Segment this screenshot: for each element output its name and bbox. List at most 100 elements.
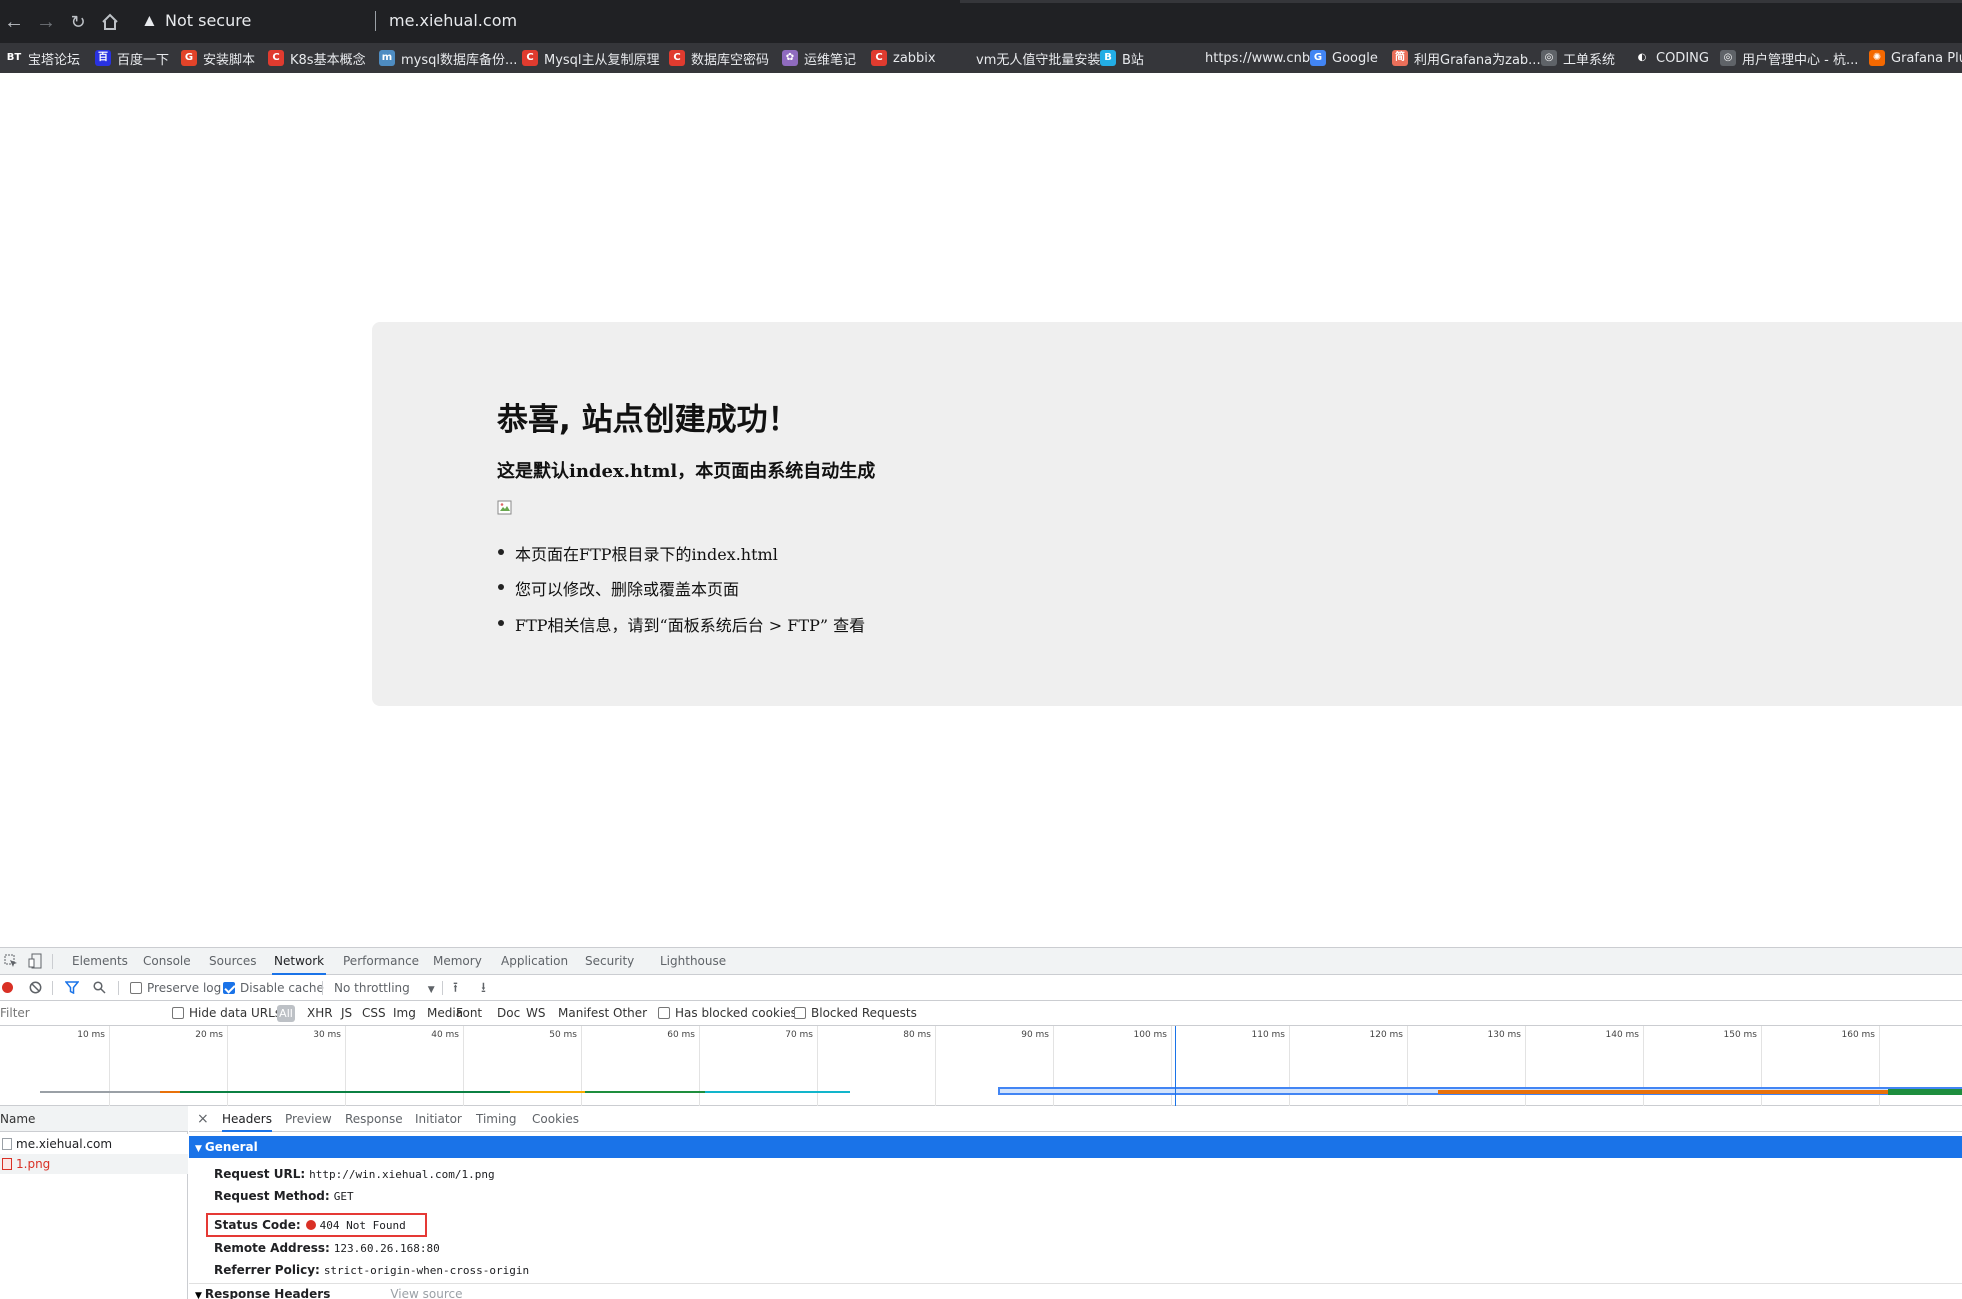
timeline-waiting-bar — [1888, 1089, 1962, 1095]
security-label[interactable]: Not secure — [165, 11, 251, 30]
bookmark-item[interactable]: BT 宝塔论坛 — [6, 43, 80, 73]
timeline-gridline — [817, 1026, 818, 1106]
tab-headers[interactable]: Headers — [222, 1106, 272, 1132]
tab-memory[interactable]: Memory — [431, 948, 484, 975]
tab-sources[interactable]: Sources — [207, 948, 258, 975]
list-item: 本页面在FTP根目录下的index.html — [498, 541, 778, 565]
back-arrow-icon[interactable]: ← — [0, 8, 28, 36]
header-key: Request Method: — [214, 1189, 330, 1203]
timeline-tick-label: 160 ms — [1841, 1030, 1876, 1040]
filter-type-manifest[interactable]: Manifest — [558, 1001, 609, 1026]
preserve-log-checkbox[interactable]: Preserve log — [130, 975, 221, 1001]
filter-type-css[interactable]: CSS — [362, 1001, 386, 1026]
view-source-link[interactable]: View source — [390, 1287, 462, 1299]
tab-network[interactable]: Network — [272, 948, 327, 975]
bookmark-item[interactable]: Czabbix — [871, 43, 936, 73]
timeline-bar — [180, 1091, 510, 1093]
filter-input[interactable] — [0, 1003, 160, 1023]
bookmark-label: vm无人值守批量安装 — [976, 52, 1101, 68]
has-blocked-cookies-checkbox[interactable]: Has blocked cookies — [658, 1001, 797, 1026]
name-column-header[interactable]: Name — [0, 1106, 188, 1132]
bookmark-item[interactable]: ◎ 用户管理中心 - 杭... — [1720, 43, 1858, 73]
tab-preview[interactable]: Preview — [285, 1106, 332, 1132]
tab-initiator[interactable]: Initiator — [415, 1106, 462, 1132]
tab-response[interactable]: Response — [345, 1106, 403, 1132]
bookmark-item[interactable]: ◐ CODING — [1634, 43, 1709, 73]
bookmark-item[interactable]: G 安装脚本 — [181, 43, 255, 73]
bookmark-favicon-icon — [954, 50, 970, 66]
bookmark-favicon-icon: G — [1310, 50, 1326, 66]
request-row[interactable]: me.xiehual.com — [0, 1134, 188, 1154]
list-item-text: 本页面在FTP根目录下的index.html — [515, 545, 778, 564]
filter-type-js[interactable]: JS — [341, 1001, 352, 1026]
throttling-value: No throttling — [334, 981, 410, 995]
clear-icon[interactable] — [29, 975, 42, 1001]
bookmark-favicon-icon: ◎ — [1541, 50, 1557, 66]
tab-performance[interactable]: Performance — [341, 948, 421, 975]
tab-cookies[interactable]: Cookies — [532, 1106, 579, 1132]
bookmark-item[interactable]: 简利用Grafana为zab... — [1392, 43, 1541, 73]
timeline-bar — [705, 1091, 850, 1093]
close-icon[interactable]: × — [197, 1106, 209, 1132]
bookmark-item[interactable]: https://www.cnbl... — [1183, 43, 1326, 73]
filter-type-xhr[interactable]: XHR — [307, 1001, 333, 1026]
forward-arrow-icon[interactable]: → — [32, 8, 60, 36]
bookmark-item[interactable]: ✿ 运维笔记 — [782, 43, 856, 73]
header-key: Request URL: — [214, 1167, 306, 1181]
filter-type-img[interactable]: Img — [393, 1001, 416, 1026]
home-icon[interactable] — [96, 8, 124, 36]
tab-timing[interactable]: Timing — [476, 1106, 517, 1132]
timeline-gridline — [345, 1026, 346, 1106]
bookmark-item[interactable]: C K8s基本概念 — [268, 43, 366, 73]
bookmark-favicon-icon: ◎ — [1720, 50, 1736, 66]
throttling-select[interactable]: No throttling ▼ — [334, 975, 435, 1001]
disable-cache-checkbox[interactable]: Disable cache — [223, 975, 324, 1001]
device-toolbar-icon[interactable] — [26, 948, 46, 975]
tab-application[interactable]: Application — [499, 948, 570, 975]
triangle-down-icon: ▼ — [195, 1291, 202, 1299]
timeline-gridline — [581, 1026, 582, 1106]
filter-type-ws[interactable]: WS — [526, 1001, 545, 1026]
search-icon[interactable] — [93, 975, 106, 1001]
url-text[interactable]: me.xiehual.com — [389, 11, 517, 30]
bookmark-favicon-icon: ◐ — [1634, 50, 1650, 66]
tab-elements[interactable]: Elements — [70, 948, 130, 975]
warning-triangle-icon[interactable]: ▲ — [141, 11, 158, 31]
list-item-text: 您可以修改、删除或覆盖本页面 — [515, 580, 740, 599]
general-section-header[interactable]: ▼ General — [189, 1136, 1962, 1158]
bookmark-item[interactable]: B B站 — [1100, 43, 1144, 73]
tab-security[interactable]: Security — [583, 948, 636, 975]
bookmark-item[interactable]: 百百度一下 — [95, 43, 169, 73]
filter-icon[interactable] — [64, 975, 80, 1001]
tab-console[interactable]: Console — [141, 948, 193, 975]
import-har-icon[interactable]: ⭱ — [453, 975, 458, 1001]
request-name: 1.png — [16, 1157, 51, 1171]
bookmark-item[interactable]: vm无人值守批量安装 — [954, 43, 1100, 73]
timeline-tick-label: 80 ms — [903, 1030, 931, 1040]
bookmark-label: 运维笔记 — [804, 52, 857, 68]
tab-lighthouse[interactable]: Lighthouse — [658, 948, 728, 975]
bookmark-item[interactable]: C Mysql主从复制原理 — [522, 43, 660, 73]
filter-type-other[interactable]: Other — [613, 1001, 647, 1026]
bookmark-item[interactable]: ✺ Grafana Plug — [1869, 43, 1962, 73]
bookmark-item[interactable]: C 数据库空密码 — [669, 43, 769, 73]
response-headers-section[interactable]: ▼ Response Headers View source — [195, 1284, 463, 1299]
filter-type-font[interactable]: Font — [456, 1001, 482, 1026]
bookmark-item[interactable]: G Google — [1310, 43, 1378, 73]
omnibox[interactable]: ▲ Not secure me.xiehual.com — [133, 6, 1962, 37]
record-icon[interactable] — [2, 975, 13, 1001]
bookmark-favicon-icon: m — [379, 50, 395, 66]
inspect-element-icon[interactable] — [2, 948, 22, 975]
filter-type-doc[interactable]: Doc — [497, 1001, 520, 1026]
request-name-column: Name me.xiehual.com 1.png — [0, 1106, 188, 1299]
filter-all-pill[interactable]: All — [277, 1005, 295, 1022]
request-row-selected[interactable]: 1.png — [0, 1154, 188, 1174]
reload-icon[interactable]: ↻ — [64, 8, 92, 36]
network-overview-timeline[interactable]: 10 ms 20 ms 30 ms 40 ms 50 ms 60 ms 70 ms 80 ms… — [0, 1026, 1962, 1106]
export-har-icon[interactable]: ⭳ — [481, 975, 486, 1001]
hide-data-urls-checkbox[interactable]: Hide data URLs — [172, 1001, 281, 1026]
bookmark-item[interactable]: m mysql数据库备份... — [379, 43, 517, 73]
bookmark-favicon-icon: B — [1100, 50, 1116, 66]
bookmark-item[interactable]: ◎ 工单系统 — [1541, 43, 1615, 73]
blocked-requests-checkbox[interactable]: Blocked Requests — [794, 1001, 917, 1026]
